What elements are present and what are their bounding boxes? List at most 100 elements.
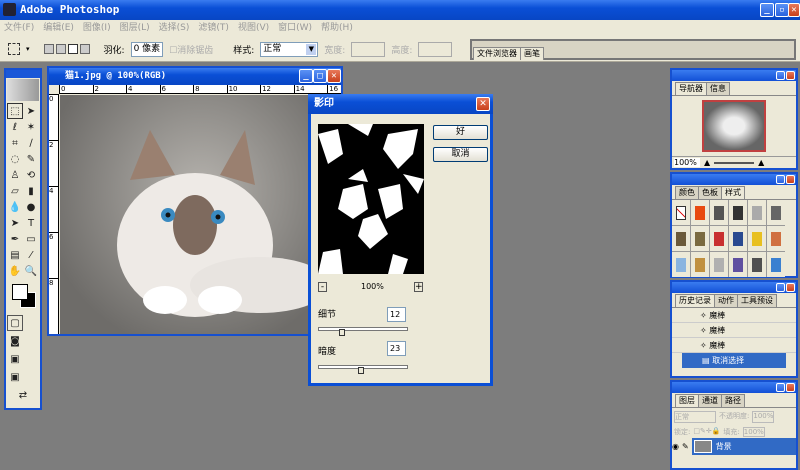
- history-item-selected[interactable]: ▤ 取消选择: [682, 353, 786, 368]
- filter-preview[interactable]: [318, 124, 424, 274]
- eraser-tool-icon[interactable]: ▱: [7, 183, 23, 199]
- navigator-zoom-slider[interactable]: [714, 161, 755, 164]
- intersect-selection-icon[interactable]: [79, 44, 90, 54]
- tab-brushes[interactable]: 画笔: [520, 47, 544, 60]
- lasso-tool-icon[interactable]: ℓ: [7, 119, 23, 135]
- adobe-online-icon[interactable]: [7, 79, 39, 101]
- style-swatch[interactable]: [729, 226, 747, 251]
- detail-slider-thumb[interactable]: [339, 329, 346, 336]
- tab-styles[interactable]: 样式: [721, 186, 745, 199]
- doc-maximize-button[interactable]: □: [313, 69, 327, 83]
- menu-layer[interactable]: 图层(L): [120, 23, 150, 33]
- clone-stamp-icon[interactable]: ♙: [7, 167, 23, 183]
- history-item[interactable]: ✧ 魔棒: [672, 338, 796, 353]
- style-swatch[interactable]: [729, 200, 747, 225]
- subtract-selection-icon[interactable]: [67, 44, 78, 54]
- antialias-checkbox[interactable]: ☐消除锯齿: [169, 43, 213, 56]
- screen-mode-full-icon[interactable]: ▣: [7, 369, 23, 385]
- tab-info[interactable]: 信息: [706, 82, 730, 95]
- zoom-in-button[interactable]: +: [414, 282, 423, 292]
- healing-brush-icon[interactable]: ◌: [7, 151, 23, 167]
- navigator-zoom-input[interactable]: 100%: [674, 158, 700, 167]
- detail-input[interactable]: 12: [387, 307, 406, 322]
- cancel-button[interactable]: 取消: [433, 147, 488, 162]
- style-swatch[interactable]: [767, 200, 785, 225]
- quickmask-mode-icon[interactable]: ◙: [7, 333, 23, 349]
- menu-image[interactable]: 图像(I): [83, 23, 111, 33]
- style-swatch[interactable]: [691, 226, 709, 251]
- eye-icon[interactable]: ◉: [672, 442, 679, 451]
- gradient-tool-icon[interactable]: ▮: [23, 183, 39, 199]
- zoom-out-button[interactable]: -: [318, 282, 327, 292]
- detail-slider[interactable]: [318, 327, 408, 336]
- lock-icons[interactable]: □✎✛🔒: [693, 427, 720, 437]
- dodge-tool-icon[interactable]: ●: [23, 199, 39, 215]
- style-swatch[interactable]: [748, 226, 766, 251]
- close-button[interactable]: ✕: [788, 3, 800, 17]
- panel-close-button[interactable]: [786, 383, 795, 392]
- darkness-input[interactable]: 23: [387, 341, 406, 356]
- panel-close-button[interactable]: [786, 175, 795, 184]
- menu-filter[interactable]: 滤镜(T): [198, 23, 229, 33]
- fill-input[interactable]: 100%: [742, 427, 765, 437]
- doc-minimize-button[interactable]: _: [299, 69, 313, 83]
- menu-view[interactable]: 视图(V): [238, 23, 269, 33]
- doc-close-button[interactable]: ✕: [327, 69, 341, 83]
- add-selection-icon[interactable]: [55, 44, 66, 54]
- restore-button[interactable]: ▫: [775, 3, 789, 17]
- blur-tool-icon[interactable]: 💧: [7, 199, 23, 215]
- path-select-icon[interactable]: ➤: [7, 215, 23, 231]
- menu-file[interactable]: 文件(F): [4, 23, 34, 33]
- style-swatch[interactable]: [691, 200, 709, 225]
- style-swatch[interactable]: [691, 252, 709, 277]
- marquee-tool-icon[interactable]: ⬚: [7, 103, 23, 119]
- menu-select[interactable]: 选择(S): [159, 23, 190, 33]
- feather-input[interactable]: 0 像素: [130, 41, 164, 57]
- move-tool-icon[interactable]: ➤: [23, 103, 39, 119]
- tab-history[interactable]: 历史记录: [675, 294, 715, 307]
- foreground-color[interactable]: [12, 284, 28, 300]
- tab-swatches[interactable]: 色板: [698, 186, 722, 199]
- screen-mode-standard-icon[interactable]: ▣: [7, 351, 23, 367]
- zoom-out-icon[interactable]: ▲: [704, 158, 710, 167]
- slice-tool-icon[interactable]: ∕: [23, 135, 39, 151]
- history-item[interactable]: ✧ 魔棒: [672, 308, 796, 323]
- hand-tool-icon[interactable]: ✋: [7, 263, 23, 279]
- style-select[interactable]: 正常 ▼: [260, 41, 319, 57]
- brush-tool-icon[interactable]: ✎: [23, 151, 39, 167]
- type-tool-icon[interactable]: T: [23, 215, 39, 231]
- panel-close-button[interactable]: [786, 71, 795, 80]
- jump-to-imageready-icon[interactable]: ⇄: [7, 387, 39, 403]
- style-swatch[interactable]: [767, 226, 785, 251]
- style-swatch[interactable]: [748, 252, 766, 277]
- height-input[interactable]: [418, 41, 453, 57]
- dialog-close-button[interactable]: ✕: [476, 97, 490, 111]
- panel-minimize-button[interactable]: [776, 283, 785, 292]
- menu-help[interactable]: 帮助(H): [321, 23, 353, 33]
- shape-tool-icon[interactable]: ▭: [23, 231, 39, 247]
- style-swatch[interactable]: [672, 252, 690, 277]
- color-swatches[interactable]: [6, 280, 40, 314]
- standard-mode-icon[interactable]: ▢: [7, 315, 23, 331]
- opacity-input[interactable]: 100%: [752, 411, 775, 423]
- zoom-in-icon[interactable]: ▲: [758, 158, 764, 167]
- navigator-thumbnail[interactable]: [702, 100, 766, 152]
- style-swatch[interactable]: [672, 200, 690, 225]
- tab-file-browser[interactable]: 文件浏览器: [473, 47, 521, 60]
- history-brush-icon[interactable]: ⟲: [23, 167, 39, 183]
- menu-edit[interactable]: 编辑(E): [43, 23, 74, 33]
- minimize-button[interactable]: _: [760, 3, 774, 17]
- zoom-tool-icon[interactable]: 🔍: [23, 263, 39, 279]
- tab-navigator[interactable]: 导航器: [675, 82, 707, 95]
- crop-tool-icon[interactable]: ⌗: [7, 135, 23, 151]
- ok-button[interactable]: 好: [433, 125, 488, 140]
- chevron-down-icon[interactable]: ▾: [26, 45, 30, 53]
- layer-row[interactable]: ◉ ✎ 背景: [672, 438, 796, 455]
- menu-window[interactable]: 窗口(W): [278, 23, 312, 33]
- style-swatch[interactable]: [710, 226, 728, 251]
- new-selection-icon[interactable]: [43, 44, 54, 54]
- panel-minimize-button[interactable]: [776, 175, 785, 184]
- tab-color[interactable]: 颜色: [675, 186, 699, 199]
- darkness-slider[interactable]: [318, 365, 408, 374]
- tab-layers[interactable]: 图层: [675, 394, 699, 407]
